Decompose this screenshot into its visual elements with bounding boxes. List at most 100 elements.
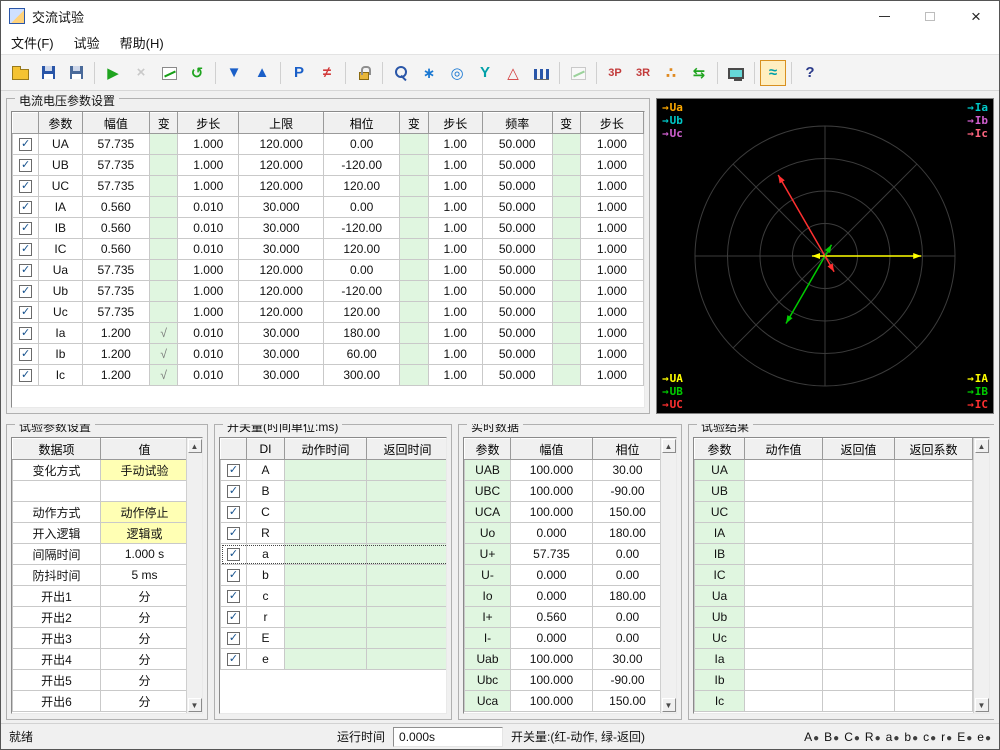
amplitude-value[interactable]: 0.560 [81,238,151,260]
menu-item-2[interactable]: 帮助(H) [110,33,174,52]
results-scrollbar[interactable]: ▲ ▼ [973,438,989,713]
vary-flag-1[interactable]: √ [149,364,179,386]
step-value-1[interactable]: 0.010 [177,196,240,218]
step-down-icon[interactable]: ▼ [221,60,247,86]
step-value-2[interactable]: 1.00 [427,175,483,197]
step-value-2[interactable]: 1.00 [427,280,483,302]
amplitude-value[interactable]: 57.735 [81,280,151,302]
data-item-value[interactable]: 手动试验 [100,459,186,481]
frequency-value[interactable]: 50.000 [481,301,553,323]
vary-flag-3[interactable] [551,154,581,176]
maximize-button[interactable] [907,1,953,31]
data-item-value[interactable]: 分 [100,648,186,670]
phase-value[interactable]: -120.00 [323,154,401,176]
checkbox-icon[interactable]: ✓ [227,485,240,499]
vary-flag-1[interactable] [149,280,179,302]
amplitude-value[interactable]: 0.560 [81,196,151,218]
frequency-value[interactable]: 50.000 [481,175,553,197]
vary-flag-3[interactable] [551,238,581,260]
step-value-3[interactable]: 1.000 [579,343,644,365]
vary-flag-2[interactable] [399,322,429,344]
y-connection-icon[interactable]: Y [472,60,498,86]
vary-flag-2[interactable] [399,133,429,155]
phase-value[interactable]: 120.00 [323,301,401,323]
scroll-down-icon[interactable]: ▼ [661,698,676,712]
checkbox-icon[interactable]: ✓ [227,590,240,604]
limit-value[interactable]: 30.000 [238,238,325,260]
vary-flag-3[interactable] [551,343,581,365]
checkbox-icon[interactable]: ✓ [19,369,33,383]
checkbox-icon[interactable]: ✓ [19,264,33,278]
phase-value[interactable]: 0.00 [323,196,401,218]
vary-flag-3[interactable] [551,280,581,302]
checkbox-icon[interactable]: ✓ [19,243,33,257]
data-item-value[interactable]: 分 [100,585,186,607]
data-item-value[interactable]: 动作停止 [100,501,186,523]
phase-value[interactable]: -120.00 [323,217,401,239]
step-value-2[interactable]: 1.00 [427,259,483,281]
frequency-value[interactable]: 50.000 [481,196,553,218]
frequency-value[interactable]: 50.000 [481,364,553,386]
checkbox-icon[interactable]: ✓ [19,138,33,152]
step-value-2[interactable]: 1.00 [427,154,483,176]
step-value-3[interactable]: 1.000 [579,280,644,302]
sequence-icon[interactable]: ∴ [658,60,684,86]
checkbox-icon[interactable]: ✓ [19,201,33,215]
vary-flag-3[interactable] [551,133,581,155]
vary-flag-2[interactable] [399,217,429,239]
start-test-icon[interactable]: ▶ [100,60,126,86]
vary-flag-3[interactable] [551,217,581,239]
limit-value[interactable]: 30.000 [238,196,325,218]
frequency-value[interactable]: 50.000 [481,280,553,302]
monitor-icon[interactable] [723,60,749,86]
scroll-up-icon[interactable]: ▲ [974,439,989,453]
vary-flag-3[interactable] [551,364,581,386]
step-value-1[interactable]: 1.000 [177,280,240,302]
checkbox-icon[interactable]: ✓ [227,464,240,478]
amplitude-value[interactable]: 57.735 [81,301,151,323]
step-value-2[interactable]: 1.00 [427,343,483,365]
checkbox-icon[interactable]: ✓ [227,527,240,541]
phase-value[interactable]: 60.00 [323,343,401,365]
step-value-3[interactable]: 1.000 [579,217,644,239]
vary-flag-1[interactable] [149,217,179,239]
checkbox-icon[interactable]: ✓ [227,611,240,625]
amplitude-value[interactable]: 57.735 [81,154,151,176]
data-item-value[interactable]: 分 [100,606,186,628]
step-value-1[interactable]: 0.010 [177,322,240,344]
step-value-2[interactable]: 1.00 [427,301,483,323]
vary-flag-3[interactable] [551,301,581,323]
step-up-icon[interactable]: ▲ [249,60,275,86]
phase-swap-icon[interactable]: ≠ [314,60,340,86]
frequency-value[interactable]: 50.000 [481,238,553,260]
phase-value[interactable]: 120.00 [323,175,401,197]
harmonics-icon[interactable] [528,60,554,86]
limit-value[interactable]: 120.000 [238,259,325,281]
step-value-3[interactable]: 1.000 [579,301,644,323]
limit-value[interactable]: 30.000 [238,217,325,239]
step-value-1[interactable]: 0.010 [177,343,240,365]
open-file-icon[interactable] [7,60,33,86]
step-value-3[interactable]: 1.000 [579,133,644,155]
data-item-value[interactable]: 分 [100,669,186,691]
scroll-up-icon[interactable]: ▲ [661,439,676,453]
step-value-3[interactable]: 1.000 [579,175,644,197]
vary-flag-1[interactable] [149,259,179,281]
phase-value[interactable]: 120.00 [323,238,401,260]
checkbox-icon[interactable]: ✓ [19,222,33,236]
wave-view-icon[interactable]: ≈ [760,59,786,86]
vary-flag-1[interactable]: √ [149,343,179,365]
checkbox-icon[interactable]: ✓ [19,327,33,341]
vary-flag-1[interactable] [149,301,179,323]
phase-value[interactable]: -120.00 [323,280,401,302]
data-item-value[interactable]: 5 ms [100,564,186,586]
step-value-2[interactable]: 1.00 [427,217,483,239]
checkbox-icon[interactable]: ✓ [19,180,33,194]
step-value-1[interactable]: 0.010 [177,217,240,239]
checkbox-icon[interactable]: ✓ [19,306,33,320]
step-value-3[interactable]: 1.000 [579,196,644,218]
vary-flag-2[interactable] [399,301,429,323]
data-item-value[interactable] [100,480,186,502]
checkbox-icon[interactable]: ✓ [19,348,33,362]
amplitude-value[interactable]: 57.735 [81,133,151,155]
